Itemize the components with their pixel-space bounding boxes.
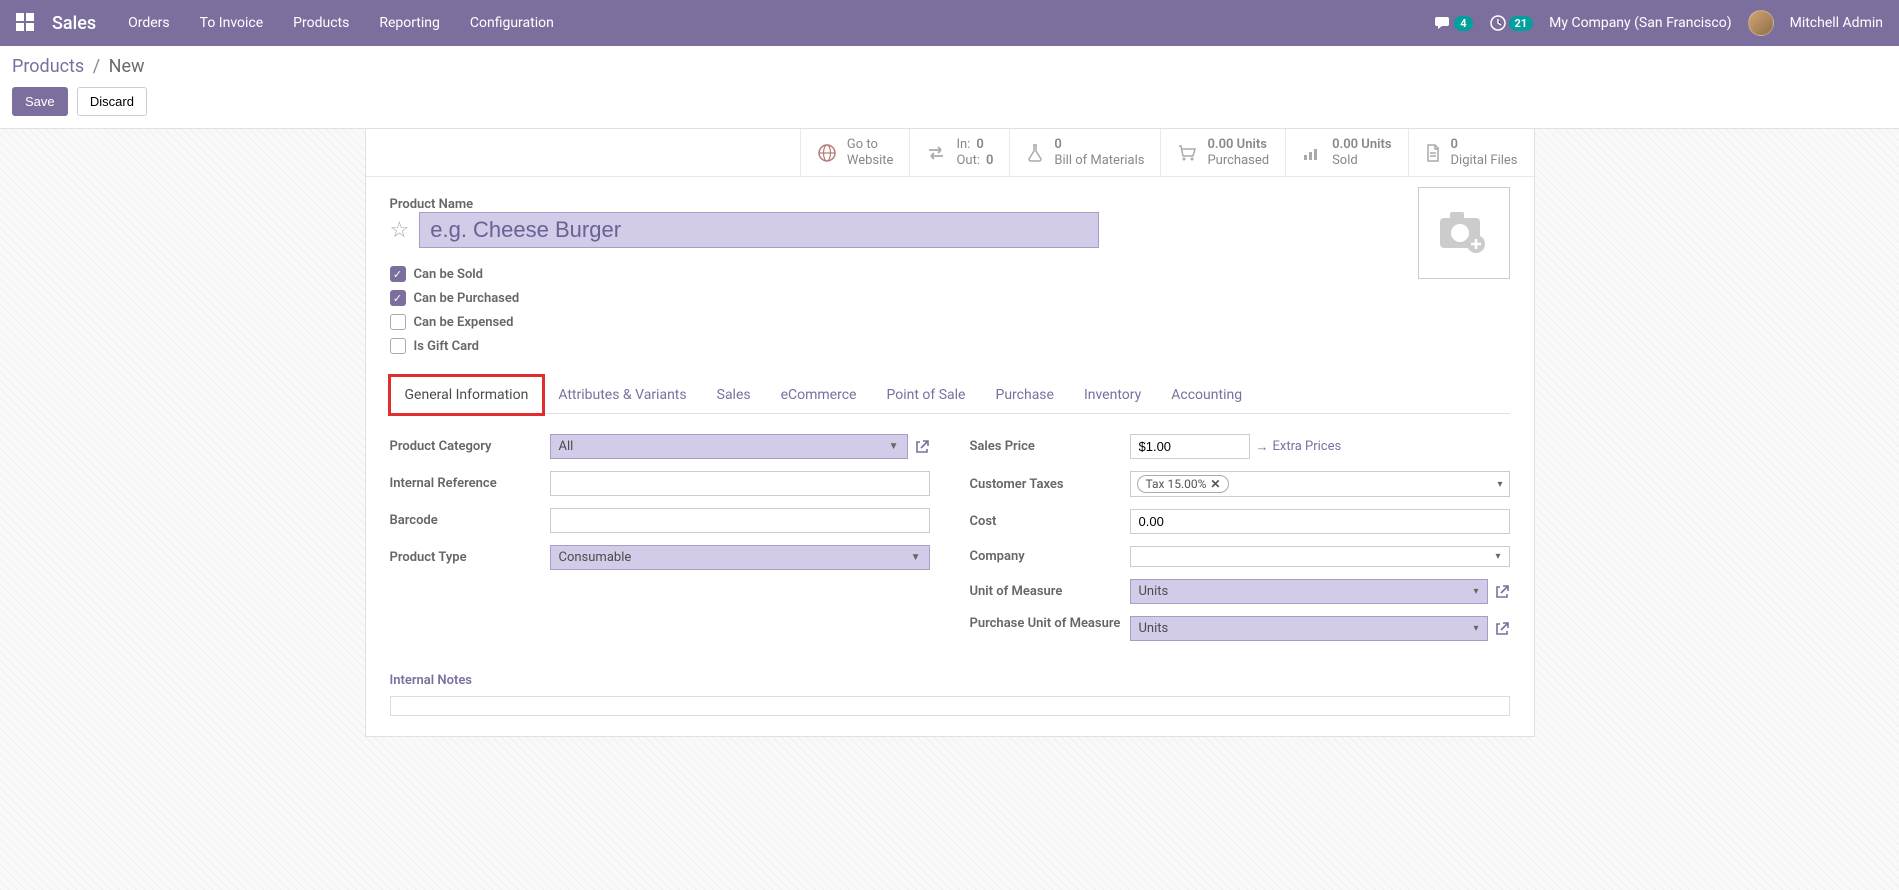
category-external-link-icon[interactable] (914, 439, 930, 455)
bars-icon (1302, 145, 1322, 161)
purchase-uom-select[interactable]: Units▾ (1130, 616, 1488, 641)
customer-taxes-input[interactable]: Tax 15.00% ✕ ▾ (1130, 471, 1510, 497)
chevron-down-icon: ▼ (889, 441, 899, 452)
puom-external-link-icon[interactable] (1494, 621, 1510, 637)
cart-icon (1177, 144, 1197, 162)
chevron-down-icon: ▼ (911, 552, 921, 563)
stat-bom[interactable]: 0 Bill of Materials (1009, 129, 1160, 176)
company-label: Company (970, 549, 1130, 564)
internal-notes-label: Internal Notes (390, 673, 1510, 688)
apps-icon[interactable] (16, 13, 36, 33)
favorite-star-icon[interactable]: ☆ (390, 218, 410, 243)
stat-purchased[interactable]: 0.00 Units Purchased (1160, 129, 1285, 176)
uom-external-link-icon[interactable] (1494, 584, 1510, 600)
tab-accounting[interactable]: Accounting (1156, 376, 1257, 414)
discard-button[interactable]: Discard (77, 87, 147, 116)
topnav-menu: Orders To Invoice Products Reporting Con… (128, 15, 554, 31)
stat-inout[interactable]: In: 0 Out: 0 (909, 129, 1009, 176)
breadcrumb-root[interactable]: Products (12, 56, 84, 77)
chevron-down-icon: ▾ (1473, 623, 1478, 634)
product-image-upload[interactable] (1418, 187, 1510, 279)
stat-sold[interactable]: 0.00 Units Sold (1285, 129, 1407, 176)
tabs: General Information Attributes & Variant… (390, 376, 1510, 414)
stat-website[interactable]: Go to Website (800, 129, 910, 176)
chevron-down-icon: ▾ (1495, 551, 1500, 562)
internal-notes-input[interactable] (390, 696, 1510, 716)
tab-pos[interactable]: Point of Sale (871, 376, 980, 414)
menu-to-invoice[interactable]: To Invoice (200, 15, 264, 31)
barcode-label: Barcode (390, 513, 550, 528)
is-gift-card-checkbox[interactable] (390, 338, 406, 354)
activities-count: 21 (1509, 16, 1534, 31)
file-icon (1425, 143, 1441, 163)
company-switcher[interactable]: My Company (San Francisco) (1549, 15, 1731, 31)
messaging-icon[interactable]: 4 (1434, 15, 1472, 31)
cost-label: Cost (970, 514, 1130, 529)
tab-attributes-variants[interactable]: Attributes & Variants (543, 376, 701, 414)
product-name-input[interactable] (419, 212, 1099, 248)
stat-bar: Go to Website In: 0 Out: 0 0 Bill of Mat… (366, 129, 1534, 177)
activities-icon[interactable]: 21 (1489, 14, 1534, 32)
menu-products[interactable]: Products (293, 15, 349, 31)
internal-reference-input[interactable] (550, 471, 930, 496)
menu-reporting[interactable]: Reporting (379, 15, 440, 31)
arrow-right-icon: → (1256, 439, 1269, 455)
form-panel: Go to Website In: 0 Out: 0 0 Bill of Mat… (365, 129, 1535, 737)
company-select[interactable]: ▾ (1130, 546, 1510, 567)
save-button[interactable]: Save (12, 87, 68, 116)
cost-input[interactable] (1130, 509, 1510, 534)
tab-inventory[interactable]: Inventory (1069, 376, 1156, 414)
ref-label: Internal Reference (390, 476, 550, 491)
stat-digital[interactable]: 0 Digital Files (1408, 129, 1534, 176)
category-select[interactable]: All▼ (550, 434, 908, 459)
tax-tag: Tax 15.00% ✕ (1137, 475, 1230, 493)
uom-select[interactable]: Units▾ (1130, 579, 1488, 604)
tax-remove-icon[interactable]: ✕ (1210, 477, 1220, 491)
menu-orders[interactable]: Orders (128, 15, 170, 31)
product-name-label: Product Name (390, 197, 1418, 212)
extra-prices-link[interactable]: → Extra Prices (1256, 439, 1342, 455)
uom-label: Unit of Measure (970, 584, 1130, 599)
breadcrumb-sep: / (93, 56, 100, 77)
category-label: Product Category (390, 439, 550, 454)
stat-website-line2: Website (847, 153, 894, 169)
top-nav: Sales Orders To Invoice Products Reporti… (0, 0, 1899, 46)
tab-purchase[interactable]: Purchase (980, 376, 1068, 414)
taxes-label: Customer Taxes (970, 477, 1130, 492)
tab-general-information[interactable]: General Information (390, 376, 544, 414)
chevron-down-icon: ▾ (1473, 586, 1478, 597)
control-bar: Products / New Save Discard (0, 46, 1899, 129)
messaging-count: 4 (1454, 16, 1472, 31)
globe-icon (817, 143, 837, 163)
user-avatar[interactable] (1748, 10, 1774, 36)
product-type-select[interactable]: Consumable▼ (550, 545, 930, 570)
flask-icon (1026, 143, 1044, 163)
transfer-icon (926, 145, 946, 161)
type-label: Product Type (390, 550, 550, 565)
sales-price-input[interactable] (1130, 434, 1250, 459)
app-brand[interactable]: Sales (52, 13, 96, 34)
can-be-sold-checkbox[interactable]: ✓ (390, 266, 406, 282)
user-name[interactable]: Mitchell Admin (1790, 15, 1883, 31)
breadcrumb: Products / New (12, 56, 1887, 77)
tab-ecommerce[interactable]: eCommerce (766, 376, 872, 414)
can-be-expensed-checkbox[interactable] (390, 314, 406, 330)
tab-sales[interactable]: Sales (702, 376, 766, 414)
puom-label: Purchase Unit of Measure (970, 616, 1130, 631)
can-be-purchased-checkbox[interactable]: ✓ (390, 290, 406, 306)
breadcrumb-current: New (109, 56, 145, 77)
price-label: Sales Price (970, 439, 1130, 454)
menu-configuration[interactable]: Configuration (470, 15, 554, 31)
barcode-input[interactable] (550, 508, 930, 533)
stat-website-line1: Go to (847, 137, 894, 153)
chevron-down-icon: ▾ (1497, 479, 1502, 490)
